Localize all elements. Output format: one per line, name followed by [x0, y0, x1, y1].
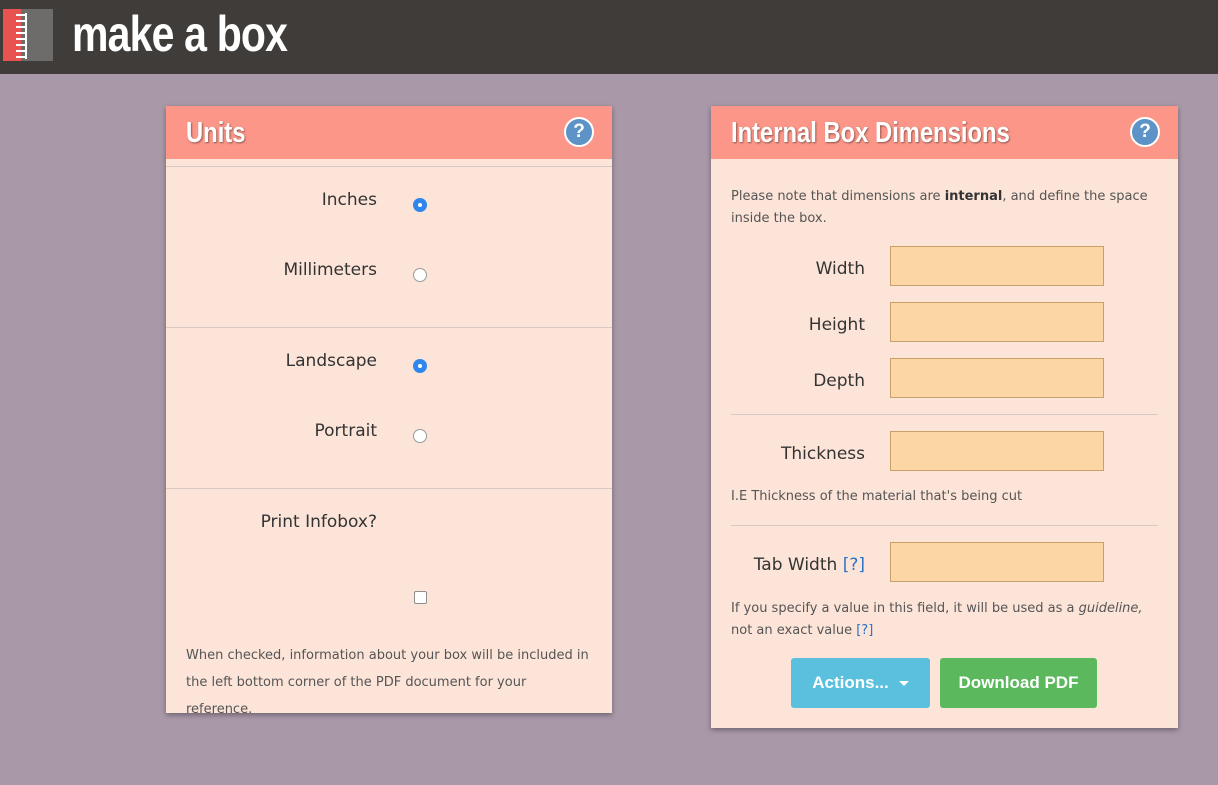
tab-width-input[interactable] [890, 542, 1104, 582]
unit-option-inches-radio[interactable] [413, 198, 427, 212]
note-bold: internal [944, 189, 1003, 204]
orientation-option-portrait-label: Portrait [314, 421, 378, 441]
divider [166, 488, 612, 489]
units-help-icon[interactable]: ? [564, 117, 594, 147]
tab-width-hint-prefix: If you specify a value in this field, it… [731, 601, 1079, 616]
height-input[interactable] [890, 302, 1104, 342]
print-infobox-checkbox[interactable] [414, 591, 427, 604]
actions-dropdown-button[interactable]: Actions... [791, 658, 930, 708]
orientation-option-landscape-radio[interactable] [413, 359, 427, 373]
depth-input[interactable] [890, 358, 1104, 398]
caret-down-icon [898, 681, 909, 687]
height-label: Height [808, 315, 865, 335]
orientation-option-portrait-radio[interactable] [413, 429, 427, 443]
units-panel-header: Units ? [166, 106, 612, 159]
divider [731, 525, 1158, 526]
thickness-label: Thickness [780, 444, 865, 464]
units-panel: Units ? Inches Millimeters Landscape Por… [166, 106, 612, 717]
dimensions-panel-title: Internal Box Dimensions [731, 117, 1010, 149]
note-prefix: Please note that dimensions are [731, 189, 945, 204]
unit-option-inches-label: Inches [321, 190, 377, 210]
thickness-hint: I.E Thickness of the material that's bei… [731, 489, 1023, 504]
print-infobox-label: Print Infobox? [260, 512, 377, 532]
tab-width-help-link[interactable]: [?] [843, 555, 865, 575]
divider [166, 166, 612, 167]
internal-dimensions-note: Please note that dimensions are internal… [731, 186, 1161, 230]
site-title[interactable]: make a box [72, 2, 288, 66]
divider [166, 327, 612, 328]
dimensions-help-icon[interactable]: ? [1130, 117, 1160, 147]
width-input[interactable] [890, 246, 1104, 286]
top-bar: make a box [0, 0, 1218, 74]
dimensions-panel-header: Internal Box Dimensions ? [711, 106, 1178, 159]
tab-width-hint: If you specify a value in this field, it… [731, 598, 1163, 642]
unit-option-millimeters-radio[interactable] [413, 268, 427, 282]
download-pdf-button[interactable]: Download PDF [940, 658, 1097, 708]
actions-button-label: Actions... [812, 673, 889, 692]
print-infobox-description: When checked, information about your box… [186, 648, 589, 717]
depth-label: Depth [813, 371, 865, 391]
divider [731, 414, 1158, 415]
tab-width-label-text: Tab Width [753, 555, 838, 575]
notebook-icon[interactable] [3, 9, 53, 61]
orientation-option-landscape-label: Landscape [285, 351, 377, 371]
tab-width-hint-suffix: not an exact value [731, 623, 857, 638]
tab-width-hint-link[interactable]: [?] [856, 623, 873, 638]
thickness-input[interactable] [890, 431, 1104, 471]
units-panel-title: Units [186, 117, 246, 149]
tab-width-hint-italic: guideline, [1078, 601, 1143, 616]
width-label: Width [815, 259, 865, 279]
dimensions-panel: Internal Box Dimensions ? Please note th… [711, 106, 1178, 728]
unit-option-millimeters-label: Millimeters [283, 260, 377, 280]
tab-width-label: Tab Width [?] [754, 555, 865, 575]
